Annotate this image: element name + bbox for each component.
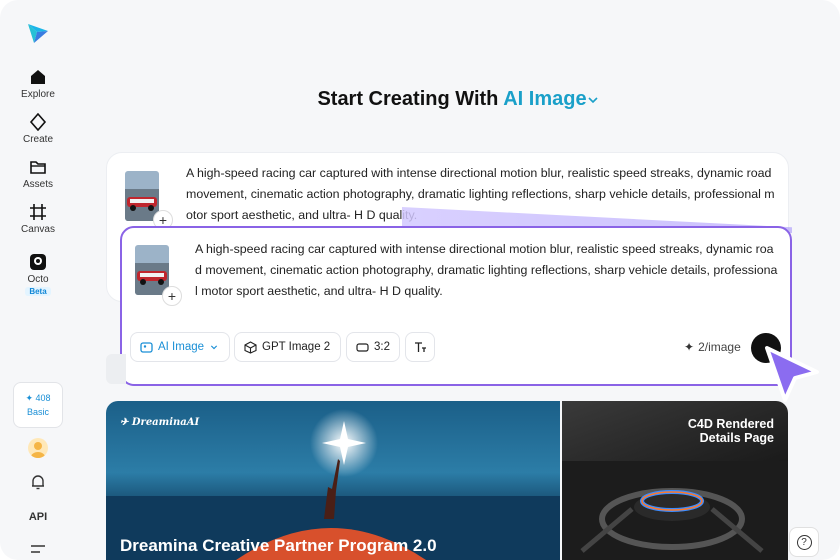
brand-name: DreaminaAI xyxy=(131,417,200,428)
sidebar-item-label: Explore xyxy=(21,89,55,100)
model-label: GPT Image 2 xyxy=(262,341,331,353)
help-button[interactable]: ? xyxy=(789,527,819,557)
cost-indicator: ✦ 2/image xyxy=(684,340,741,354)
sparkle-icon: ✦ xyxy=(25,393,33,403)
add-reference-button[interactable]: + xyxy=(162,286,182,306)
sidebar-item-canvas[interactable]: Canvas xyxy=(3,203,73,235)
panel-edge xyxy=(106,354,126,384)
banner-partner-program[interactable]: ✈ DreaminaAI Dreamina Creative Partner P… xyxy=(106,401,560,560)
sparkle-icon: ✦ xyxy=(684,340,695,354)
credits-value: 408 xyxy=(35,393,51,403)
sparkle-diamond-icon xyxy=(29,113,47,131)
chevron-down-icon xyxy=(587,97,598,103)
help-icon: ? xyxy=(796,534,812,550)
reference-thumbnail[interactable] xyxy=(135,245,169,295)
banner-c4d[interactable]: C4D Rendered Details Page xyxy=(562,401,788,560)
image-icon xyxy=(140,341,153,353)
octo-icon xyxy=(30,254,46,270)
page-title: Start Creating With AI Image xyxy=(76,88,840,111)
sidebar-item-octo[interactable]: Octo Beta xyxy=(3,253,73,296)
brand-logo: ✈ DreaminaAI xyxy=(120,417,200,428)
user-avatar-icon xyxy=(31,442,45,458)
sidebar-item-label: Create xyxy=(22,134,53,145)
menu-icon[interactable] xyxy=(31,544,45,556)
sidebar-item-label: Octo xyxy=(27,274,49,285)
avatar[interactable] xyxy=(28,438,48,458)
banner-title-line: Details Page xyxy=(699,431,774,445)
pointer-cursor-icon xyxy=(765,346,819,402)
race-car-image xyxy=(135,245,169,295)
bell-icon[interactable] xyxy=(29,473,47,491)
sidebar-item-label: Assets xyxy=(22,179,53,190)
api-link[interactable]: API xyxy=(0,511,76,523)
banner-title-line: C4D Rendered xyxy=(687,417,774,431)
sidebar-item-explore[interactable]: Explore xyxy=(3,68,73,100)
text-size-icon xyxy=(414,341,426,352)
plan-label: Basic xyxy=(26,407,49,417)
ratio-label: 3:2 xyxy=(374,341,390,353)
mode-dropdown[interactable]: AI Image xyxy=(130,332,230,362)
sidebar: Explore Create Assets Canvas Octo Beta ✦… xyxy=(0,0,76,560)
mode-switch[interactable]: AI Image xyxy=(503,88,598,110)
folder-icon xyxy=(30,161,46,174)
home-icon xyxy=(31,70,45,84)
cost-label: 2/image xyxy=(698,340,741,354)
chevron-down-icon xyxy=(210,345,218,350)
dreamina-logo-icon[interactable] xyxy=(25,20,51,46)
mode-label: AI Image xyxy=(158,341,205,353)
cube-icon xyxy=(244,340,257,354)
ratio-selector[interactable]: 3:2 xyxy=(346,332,400,362)
text-style-button[interactable] xyxy=(405,332,435,362)
sidebar-item-assets[interactable]: Assets xyxy=(3,158,73,190)
title-prefix: Start Creating With xyxy=(317,88,499,110)
model-selector[interactable]: GPT Image 2 xyxy=(234,332,341,362)
beta-badge: Beta xyxy=(25,287,51,296)
canvas-frame-icon xyxy=(30,204,46,220)
aspect-ratio-icon xyxy=(356,342,369,352)
banner-title: Dreamina Creative Partner Program 2.0 xyxy=(120,536,437,555)
banner-title: C4D Rendered Details Page xyxy=(688,417,774,445)
prompt-input[interactable]: A high-speed racing car captured with in… xyxy=(195,239,780,302)
app-window: Explore Create Assets Canvas Octo Beta ✦… xyxy=(0,0,840,560)
title-accent: AI Image xyxy=(503,88,587,110)
credits-widget[interactable]: ✦ 408 Basic xyxy=(13,382,63,428)
sidebar-item-create[interactable]: Create xyxy=(3,113,73,145)
sidebar-item-label: Canvas xyxy=(21,224,55,235)
